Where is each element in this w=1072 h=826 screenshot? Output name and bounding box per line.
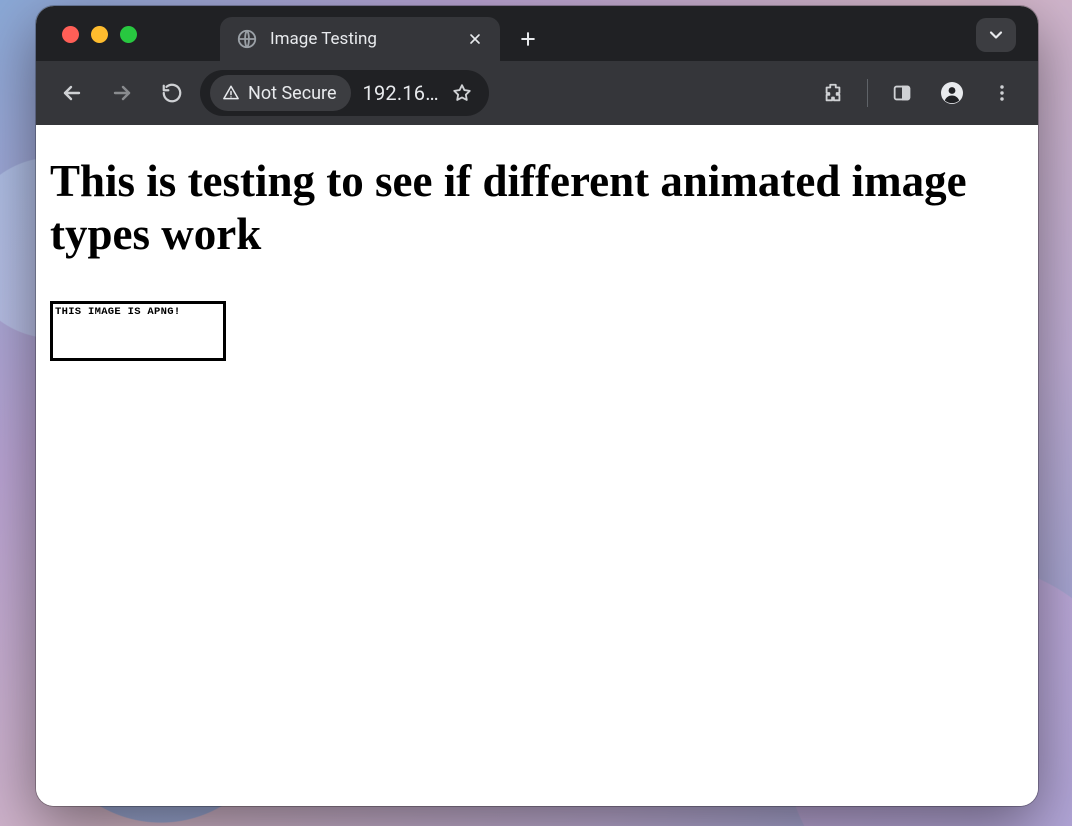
window-minimize-button[interactable] (91, 26, 108, 43)
window-close-button[interactable] (62, 26, 79, 43)
address-bar[interactable]: Not Secure 192.16… (200, 70, 805, 116)
tab-strip: Image Testing (36, 6, 1038, 61)
security-label: Not Secure (248, 83, 337, 104)
address-pill[interactable]: Not Secure 192.16… (200, 70, 489, 116)
tabs: Image Testing (220, 6, 546, 61)
profile-button[interactable] (930, 71, 974, 115)
url-text: 192.16… (363, 81, 439, 105)
tab-close-button[interactable] (464, 28, 486, 50)
page-viewport[interactable]: This is testing to see if different anim… (36, 125, 1038, 806)
apng-caption: THIS IMAGE IS APNG! (53, 304, 223, 318)
side-panel-button[interactable] (880, 71, 924, 115)
new-tab-button[interactable] (510, 21, 546, 57)
globe-icon (236, 28, 258, 50)
back-button[interactable] (50, 71, 94, 115)
toolbar-divider (867, 79, 868, 107)
reload-button[interactable] (150, 71, 194, 115)
bookmark-star-icon[interactable] (451, 82, 473, 104)
toolbar: Not Secure 192.16… (36, 61, 1038, 125)
extensions-button[interactable] (811, 71, 855, 115)
browser-window: Image Testing (36, 6, 1038, 806)
tab-search-button[interactable] (976, 18, 1016, 52)
window-controls (62, 26, 137, 43)
forward-button[interactable] (100, 71, 144, 115)
menu-button[interactable] (980, 71, 1024, 115)
page-heading: This is testing to see if different anim… (50, 155, 1024, 261)
apng-image: THIS IMAGE IS APNG! (50, 301, 226, 361)
security-chip[interactable]: Not Secure (210, 75, 351, 111)
window-zoom-button[interactable] (120, 26, 137, 43)
tab-active[interactable]: Image Testing (220, 17, 500, 61)
warning-icon (222, 84, 240, 102)
tab-title: Image Testing (270, 29, 452, 49)
